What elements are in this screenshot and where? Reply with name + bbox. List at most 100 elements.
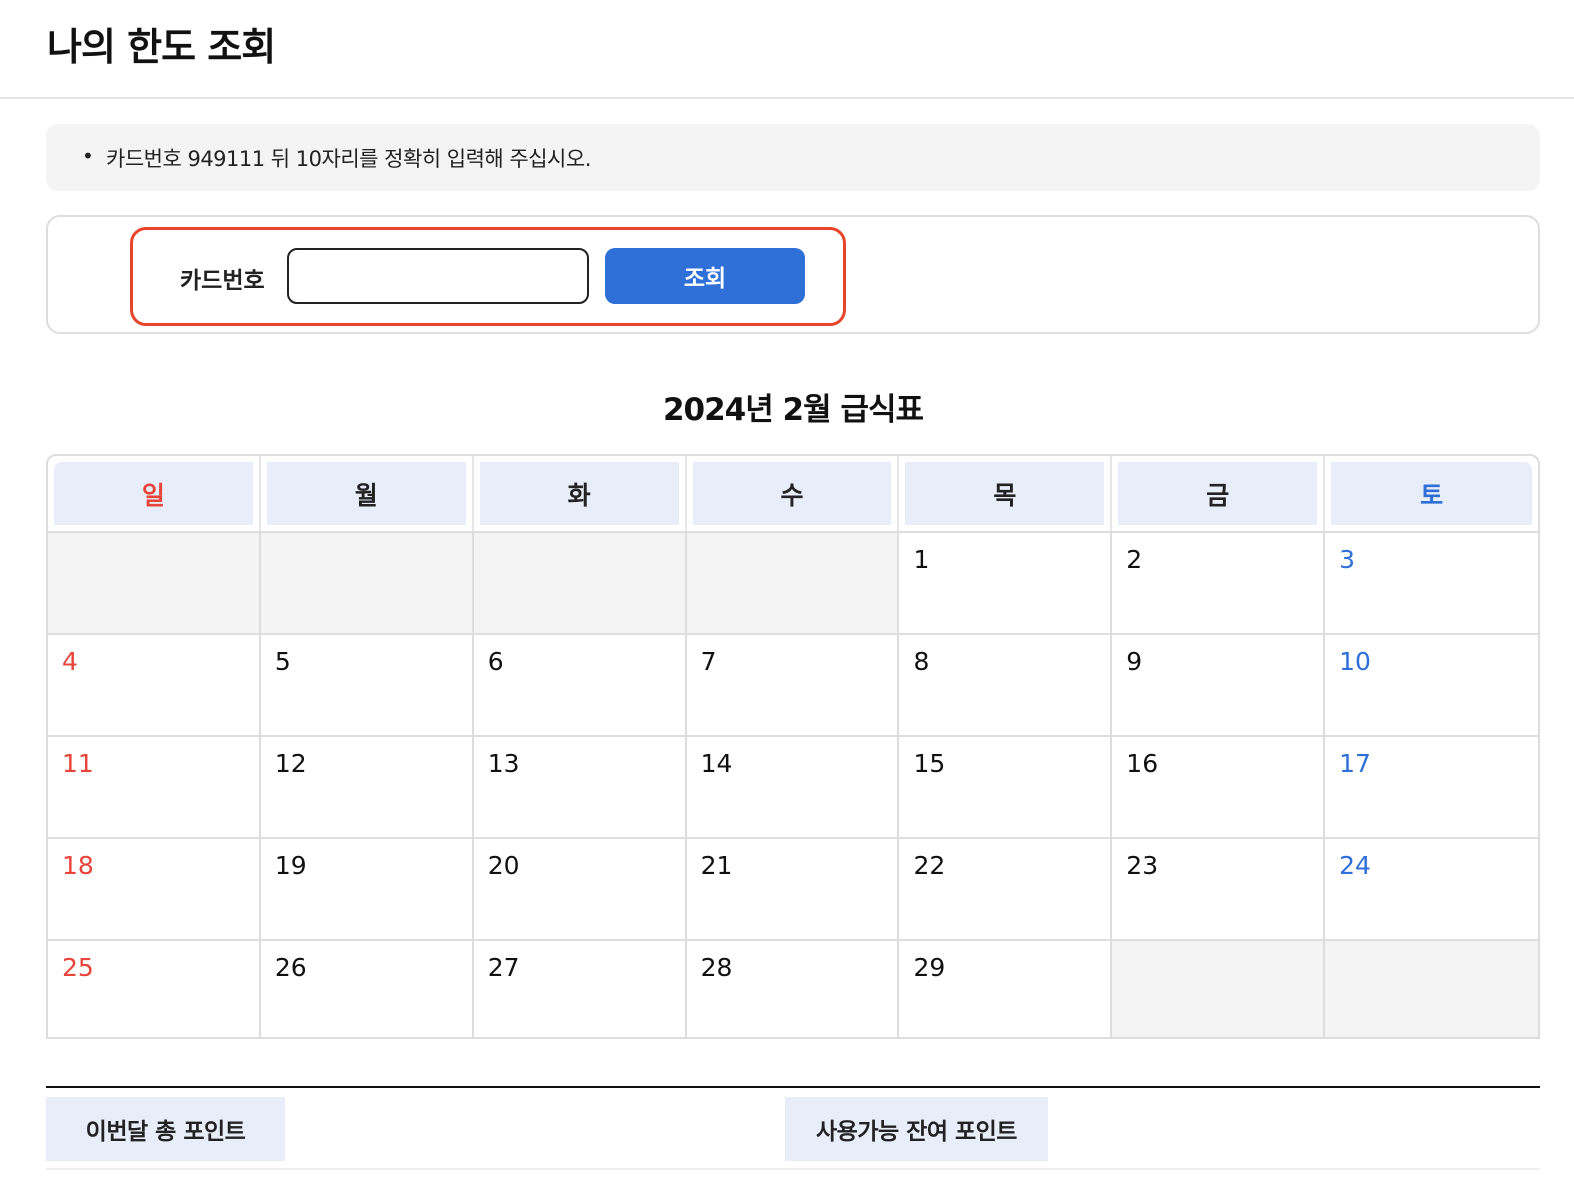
day-number: 16 bbox=[1126, 749, 1159, 778]
calendar-day-cell[interactable]: 17 bbox=[1325, 737, 1538, 837]
day-number: 15 bbox=[913, 749, 946, 778]
calendar-day-cell[interactable]: 20 bbox=[473, 839, 687, 939]
monthly-total-points-label: 이번달 총 포인트 bbox=[46, 1097, 285, 1161]
meal-calendar: 일 월 화 수 목 금 토 1 2 3 4 5 6 7 8 9 10 11 12 13 14 15 16 17 1… bbox=[46, 454, 1540, 1039]
calendar-empty-cell bbox=[48, 533, 261, 633]
bullet-icon: • bbox=[82, 144, 94, 168]
day-number: 5 bbox=[274, 647, 291, 676]
card-number-input[interactable] bbox=[287, 248, 589, 304]
calendar-header-row: 일 월 화 수 목 금 토 bbox=[48, 456, 1538, 531]
calendar-day-cell[interactable]: 25 bbox=[48, 941, 261, 1037]
day-number: 23 bbox=[1126, 851, 1159, 880]
weekday-header-sat: 토 bbox=[1325, 456, 1538, 531]
calendar-day-cell[interactable]: 13 bbox=[473, 737, 687, 837]
day-number: 11 bbox=[62, 749, 94, 778]
calendar-week-row: 25 26 27 28 29 bbox=[48, 939, 1538, 1037]
weekday-label: 금 bbox=[1118, 462, 1318, 525]
weekday-label: 월 bbox=[266, 462, 466, 525]
day-number: 4 bbox=[62, 647, 78, 676]
calendar-day-cell[interactable]: 15 bbox=[899, 737, 1113, 837]
weekday-header-wed: 수 bbox=[687, 456, 900, 531]
calendar-empty-cell bbox=[1325, 941, 1538, 1037]
day-number: 2 bbox=[1126, 545, 1143, 574]
calendar-body: 1 2 3 4 5 6 7 8 9 10 11 12 13 14 15 16 17 18 19 20 21 22 23 24 2… bbox=[48, 531, 1538, 1037]
calendar-day-cell[interactable]: 16 bbox=[1112, 737, 1326, 837]
weekday-label: 목 bbox=[905, 462, 1105, 525]
calendar-title: 2024년 2월 급식표 bbox=[662, 392, 924, 428]
day-number: 7 bbox=[700, 647, 717, 676]
calendar-day-cell[interactable]: 22 bbox=[899, 839, 1113, 939]
points-bar: 이번달 총 포인트 사용가능 잔여 포인트 bbox=[46, 1086, 1540, 1170]
weekday-header-mon: 월 bbox=[261, 456, 474, 531]
calendar-day-cell[interactable]: 12 bbox=[260, 737, 474, 837]
search-button[interactable]: 조회 bbox=[605, 248, 805, 304]
calendar-day-cell[interactable]: 29 bbox=[899, 941, 1113, 1037]
calendar-day-cell[interactable]: 19 bbox=[260, 839, 474, 939]
day-number: 25 bbox=[62, 953, 94, 982]
calendar-day-cell[interactable]: 21 bbox=[686, 839, 900, 939]
calendar-day-cell[interactable]: 2 bbox=[1112, 533, 1326, 633]
calendar-day-cell[interactable]: 3 bbox=[1325, 533, 1538, 633]
calendar-day-cell[interactable]: 6 bbox=[473, 635, 687, 735]
day-number: 1 bbox=[913, 545, 930, 574]
calendar-week-row: 1 2 3 bbox=[48, 531, 1538, 633]
calendar-day-cell[interactable]: 9 bbox=[1112, 635, 1326, 735]
calendar-empty-cell bbox=[260, 533, 474, 633]
day-number: 20 bbox=[487, 851, 520, 880]
day-number: 19 bbox=[274, 851, 307, 880]
day-number: 17 bbox=[1339, 749, 1371, 778]
day-number: 6 bbox=[487, 647, 504, 676]
day-number: 13 bbox=[487, 749, 520, 778]
calendar-day-cell[interactable]: 14 bbox=[686, 737, 900, 837]
day-number: 12 bbox=[274, 749, 307, 778]
day-number: 29 bbox=[913, 953, 946, 982]
highlight-frame: 카드번호 조회 bbox=[130, 227, 846, 326]
calendar-week-row: 11 12 13 14 15 16 17 bbox=[48, 735, 1538, 837]
notice-box: • 카드번호 949111 뒤 10자리를 정확히 입력해 주십시오. bbox=[46, 124, 1540, 191]
weekday-header-thu: 목 bbox=[899, 456, 1113, 531]
weekday-label: 토 bbox=[1331, 462, 1533, 525]
calendar-day-cell[interactable]: 28 bbox=[686, 941, 900, 1037]
calendar-day-cell[interactable]: 8 bbox=[899, 635, 1113, 735]
day-number: 28 bbox=[700, 953, 733, 982]
day-number: 21 bbox=[700, 851, 733, 880]
calendar-week-row: 18 19 20 21 22 23 24 bbox=[48, 837, 1538, 939]
calendar-week-row: 4 5 6 7 8 9 10 bbox=[48, 633, 1538, 735]
calendar-day-cell[interactable]: 4 bbox=[48, 635, 261, 735]
card-search-box: 카드번호 조회 bbox=[46, 215, 1540, 334]
calendar-day-cell[interactable]: 5 bbox=[260, 635, 474, 735]
weekday-label: 일 bbox=[54, 462, 253, 525]
day-number: 22 bbox=[913, 851, 946, 880]
notice-text: 카드번호 949111 뒤 10자리를 정확히 입력해 주십시오. bbox=[106, 147, 591, 171]
card-number-label: 카드번호 bbox=[180, 268, 265, 294]
calendar-empty-cell bbox=[686, 533, 900, 633]
day-number: 9 bbox=[1126, 647, 1143, 676]
calendar-day-cell[interactable]: 1 bbox=[899, 533, 1113, 633]
calendar-day-cell[interactable]: 23 bbox=[1112, 839, 1326, 939]
calendar-day-cell[interactable]: 11 bbox=[48, 737, 261, 837]
day-number: 3 bbox=[1339, 545, 1356, 574]
weekday-label: 화 bbox=[479, 462, 679, 525]
remaining-points-label: 사용가능 잔여 포인트 bbox=[785, 1097, 1048, 1161]
weekday-header-tue: 화 bbox=[474, 456, 687, 531]
day-number: 27 bbox=[487, 953, 520, 982]
day-number: 26 bbox=[274, 953, 307, 982]
calendar-day-cell[interactable]: 24 bbox=[1325, 839, 1538, 939]
day-number: 18 bbox=[62, 851, 94, 880]
calendar-day-cell[interactable]: 10 bbox=[1325, 635, 1538, 735]
calendar-day-cell[interactable]: 26 bbox=[260, 941, 474, 1037]
day-number: 14 bbox=[700, 749, 733, 778]
weekday-header-sun: 일 bbox=[48, 456, 261, 531]
day-number: 8 bbox=[913, 647, 930, 676]
page-title: 나의 한도 조회 bbox=[47, 25, 276, 69]
calendar-empty-cell bbox=[1112, 941, 1326, 1037]
calendar-day-cell[interactable]: 27 bbox=[473, 941, 687, 1037]
day-number: 10 bbox=[1339, 647, 1371, 676]
day-number: 24 bbox=[1339, 851, 1371, 880]
weekday-header-fri: 금 bbox=[1112, 456, 1326, 531]
weekday-label: 수 bbox=[692, 462, 892, 525]
calendar-empty-cell bbox=[473, 533, 687, 633]
calendar-day-cell[interactable]: 18 bbox=[48, 839, 261, 939]
page-header: 나의 한도 조회 bbox=[0, 0, 1574, 99]
calendar-day-cell[interactable]: 7 bbox=[686, 635, 900, 735]
